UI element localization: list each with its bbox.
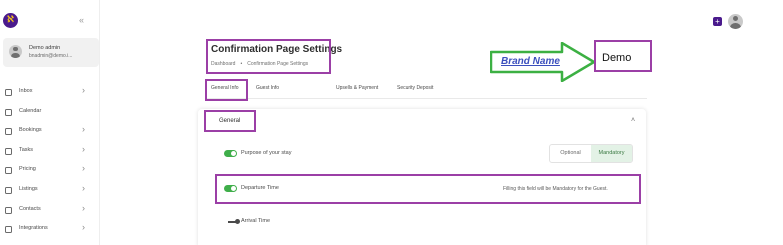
departure-label: Departure Time xyxy=(241,185,279,191)
app-logo[interactable]: ℵ xyxy=(3,13,18,28)
tab-upsells-payment[interactable]: Upsells & Payment xyxy=(336,85,378,91)
sidebar: ℵ « Demo admin bnadmin@demo.i... Inbox › … xyxy=(0,0,100,245)
sidebar-item-label: Calendar xyxy=(19,107,42,114)
sidebar-item-label: Tasks xyxy=(19,146,34,153)
collapse-sidebar-icon[interactable]: « xyxy=(79,16,84,25)
user-card[interactable]: Demo admin bnadmin@demo.i... xyxy=(3,38,99,67)
sidebar-item-inbox[interactable]: Inbox › xyxy=(0,85,100,105)
demo-text: Demo xyxy=(602,52,632,64)
chevron-right-icon: › xyxy=(82,143,85,154)
chevron-right-icon: › xyxy=(82,222,85,233)
integrations-icon xyxy=(5,226,12,234)
chevron-right-icon: › xyxy=(82,182,85,193)
sidebar-item-contacts[interactable]: Contacts › xyxy=(0,203,100,223)
sidebar-item-tasks[interactable]: Tasks › xyxy=(0,144,100,164)
departure-toggle[interactable] xyxy=(224,185,237,192)
purpose-toggle[interactable] xyxy=(224,150,237,157)
user-name: Demo admin xyxy=(29,45,61,51)
sidebar-item-integrations[interactable]: Integrations › xyxy=(0,222,100,242)
sidebar-item-pricing[interactable]: Pricing › xyxy=(0,163,100,183)
sidebar-item-label: Integrations xyxy=(19,225,48,232)
brand-name-label: Brand Name xyxy=(501,56,560,67)
sidebar-item-label: Pricing xyxy=(19,166,36,173)
title-highlight-box xyxy=(206,39,331,74)
chevron-up-icon[interactable]: ˄ xyxy=(631,117,635,124)
purpose-requirement-selector: Optional Mandatory xyxy=(549,144,633,163)
inbox-icon xyxy=(5,89,12,96)
user-avatar-icon xyxy=(9,45,22,58)
add-icon[interactable]: + xyxy=(713,17,722,26)
user-email: bnadmin@demo.i... xyxy=(29,53,73,59)
arrival-toggle[interactable] xyxy=(227,218,240,225)
general-highlight-box xyxy=(204,110,256,132)
mandatory-option[interactable]: Mandatory xyxy=(591,145,632,162)
listings-icon xyxy=(5,186,12,194)
pricing-icon xyxy=(5,167,12,175)
sidebar-nav: Inbox › Calendar Bookings › Tasks › Pricing… xyxy=(0,85,100,242)
sidebar-item-label: Inbox xyxy=(19,88,33,94)
sidebar-item-label: Bookings xyxy=(19,127,42,134)
sidebar-item-listings[interactable]: Listings › xyxy=(0,183,100,203)
user-avatar-icon[interactable] xyxy=(728,14,743,29)
tab-highlight-box xyxy=(205,79,248,101)
sidebar-item-label: Contacts xyxy=(19,205,41,212)
logo-glyph: ℵ xyxy=(7,15,14,25)
sidebar-item-bookings[interactable]: Bookings › xyxy=(0,124,100,144)
purpose-label: Purpose of your stay xyxy=(241,150,292,156)
chevron-right-icon: › xyxy=(82,124,85,135)
chevron-right-icon: › xyxy=(82,163,85,174)
tasks-icon xyxy=(5,147,12,155)
chevron-right-icon: › xyxy=(82,202,85,213)
chevron-right-icon: › xyxy=(82,85,85,95)
contacts-icon xyxy=(5,206,12,214)
sidebar-item-calendar[interactable]: Calendar xyxy=(0,105,100,125)
calendar-icon xyxy=(5,108,12,116)
tab-bar: General Info Guest Info Upsells & Paymen… xyxy=(207,82,647,99)
departure-mandatory-note: Filling this field will be Mandatory for… xyxy=(503,186,608,192)
demo-brand-box: Demo xyxy=(594,40,652,72)
tab-guest-info[interactable]: Guest Info xyxy=(256,85,279,91)
sidebar-item-label: Listings xyxy=(19,185,38,192)
tab-security-deposit[interactable]: Security Deposit xyxy=(397,85,433,91)
arrival-label: Arrival Time xyxy=(241,218,271,224)
bookings-icon xyxy=(5,128,12,136)
optional-option[interactable]: Optional xyxy=(550,145,591,162)
